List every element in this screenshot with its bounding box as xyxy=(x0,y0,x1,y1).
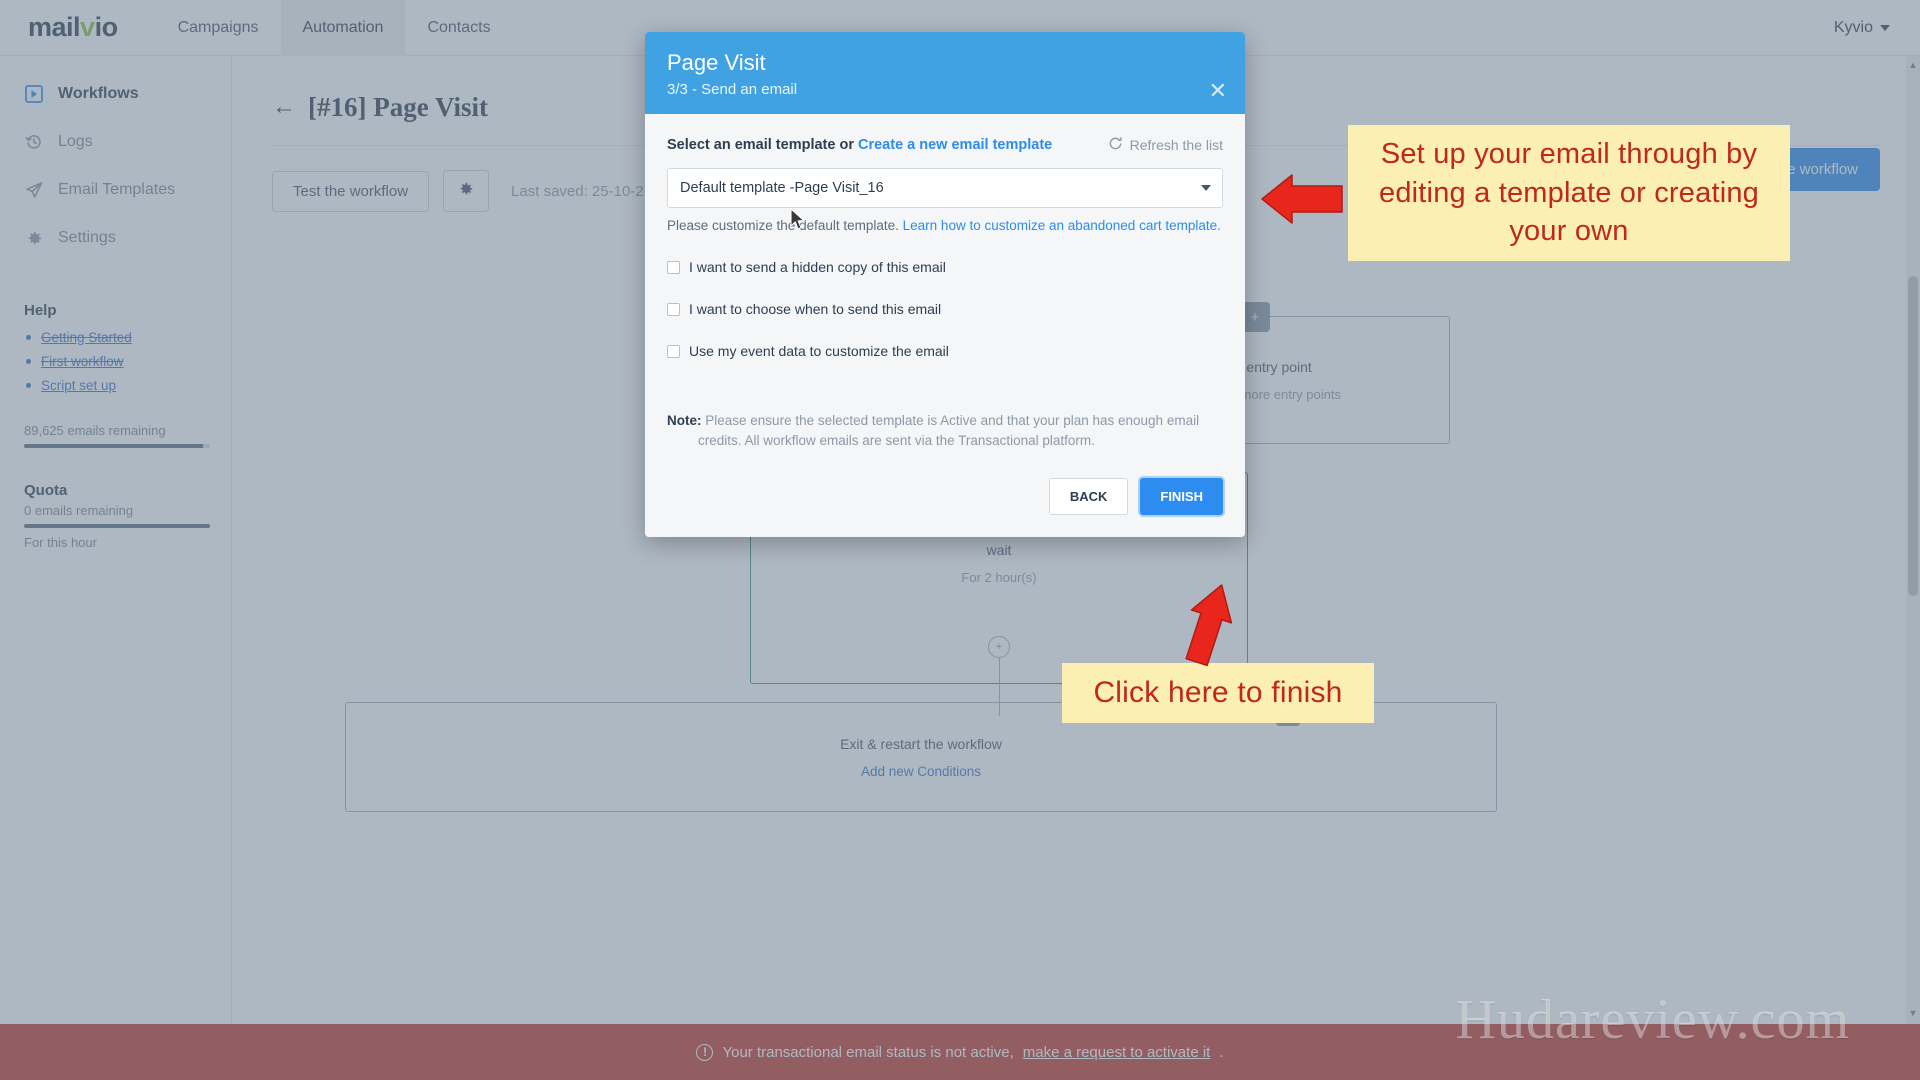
arrow-left-annotation-icon xyxy=(1261,174,1343,224)
select-template-label: Select an email template or Create a new… xyxy=(667,137,1052,153)
note-line-1: Please ensure the selected template is A… xyxy=(705,413,1200,428)
watermark: Hudareview.com xyxy=(1455,989,1850,1051)
finish-button[interactable]: FINISH xyxy=(1140,477,1223,515)
checkbox-row-choose-when[interactable]: I want to choose when to send this email xyxy=(667,301,1223,317)
arrow-up-annotation-icon xyxy=(1185,584,1233,667)
modal-title: Page Visit xyxy=(667,50,766,75)
note-label: Note: xyxy=(667,413,702,428)
annotation-click-finish: Click here to finish xyxy=(1062,663,1374,723)
modal-body: Select an email template or Create a new… xyxy=(645,114,1245,462)
note-line-2: credits. All workflow emails are sent vi… xyxy=(698,433,1095,449)
select-template-text: Select an email template or xyxy=(667,137,854,153)
refresh-list-button[interactable]: Refresh the list xyxy=(1108,136,1223,154)
create-new-template-link[interactable]: Create a new email template xyxy=(858,137,1052,153)
checkbox-row-hidden-copy[interactable]: I want to send a hidden copy of this ema… xyxy=(667,259,1223,275)
hidden-copy-checkbox[interactable] xyxy=(667,261,680,274)
mouse-cursor-icon xyxy=(790,208,806,230)
refresh-icon xyxy=(1108,136,1123,154)
template-hint-text: Please customize the default template. xyxy=(667,218,899,233)
choose-when-checkbox[interactable] xyxy=(667,303,680,316)
modal-footer: BACK FINISH xyxy=(645,461,1245,537)
modal-note: Note: Please ensure the selected templat… xyxy=(667,411,1223,452)
checkbox-row-event-data[interactable]: Use my event data to customize the email xyxy=(667,343,1223,359)
template-select-row: Select an email template or Create a new… xyxy=(667,136,1223,154)
refresh-list-label: Refresh the list xyxy=(1129,137,1223,153)
event-data-checkbox[interactable] xyxy=(667,345,680,358)
close-icon[interactable]: ✕ xyxy=(1209,80,1227,102)
back-button[interactable]: BACK xyxy=(1048,477,1129,515)
send-email-modal: Page Visit 3/3 - Send an email ✕ Select … xyxy=(645,32,1245,537)
modal-header: Page Visit 3/3 - Send an email ✕ xyxy=(645,32,1245,114)
hidden-copy-label[interactable]: I want to send a hidden copy of this ema… xyxy=(689,259,946,275)
annotation-setup-email: Set up your email through by editing a t… xyxy=(1348,125,1790,261)
app-root: mailvio Campaigns Automation Contacts Ky… xyxy=(0,0,1920,1080)
modal-subtitle: 3/3 - Send an email xyxy=(667,81,798,98)
template-select[interactable]: Default template -Page Visit_16 xyxy=(667,168,1223,208)
template-select-wrap: Default template -Page Visit_16 xyxy=(667,168,1223,208)
event-data-label[interactable]: Use my event data to customize the email xyxy=(689,343,949,359)
template-hint: Please customize the default template. L… xyxy=(667,218,1223,233)
choose-when-label[interactable]: I want to choose when to send this email xyxy=(689,301,941,317)
learn-customize-link[interactable]: Learn how to customize an abandoned cart… xyxy=(903,218,1221,233)
